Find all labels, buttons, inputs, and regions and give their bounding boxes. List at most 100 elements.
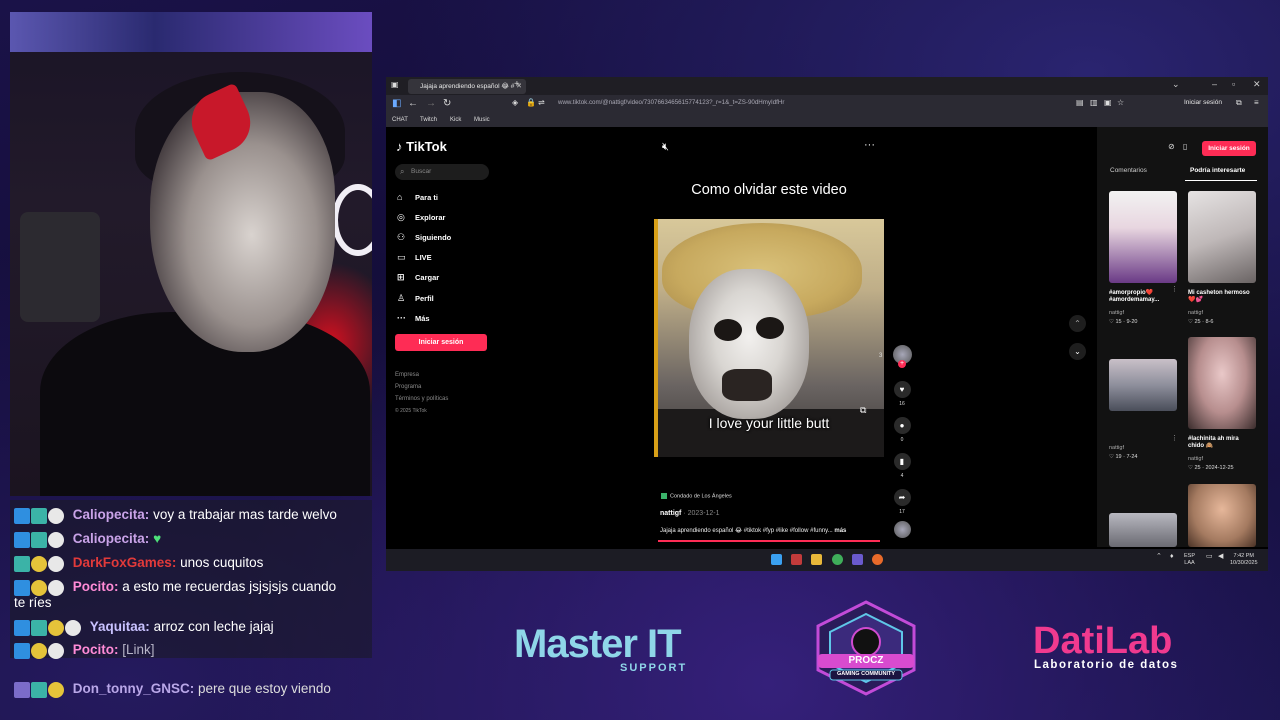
suggested-video-1[interactable] bbox=[1109, 191, 1177, 283]
tab-list-icon[interactable]: ▣ bbox=[391, 80, 399, 89]
follow-plus-icon[interactable]: + bbox=[898, 360, 906, 368]
next-video-button[interactable]: ⌄ bbox=[1069, 343, 1086, 360]
clock[interactable]: 7:42 PM 10/30/2025 bbox=[1230, 553, 1258, 567]
tray-chevron-icon[interactable]: ⌃ bbox=[1156, 553, 1162, 560]
footer-programa[interactable]: Programa bbox=[395, 384, 421, 390]
footer-terms[interactable]: Términos y políticas bbox=[395, 396, 448, 402]
suggested-title-4[interactable]: #lachinita ah mira chido 🙈 bbox=[1188, 436, 1256, 450]
phone-icon[interactable]: ▯ bbox=[1183, 142, 1187, 151]
firefox-icon[interactable] bbox=[872, 554, 883, 565]
nav-explorar[interactable]: ◎ Explorar bbox=[397, 212, 445, 223]
nav-cargar[interactable]: ⊞ Cargar bbox=[397, 272, 439, 283]
suggested-user-4[interactable]: nattigf bbox=[1188, 456, 1203, 462]
shield-icon[interactable]: ◈ bbox=[512, 98, 518, 107]
suggested-user-2[interactable]: nattigf bbox=[1188, 310, 1203, 316]
more-vertical-icon[interactable]: ⋮ bbox=[1171, 285, 1178, 293]
comment-button[interactable]: ● 0 bbox=[890, 417, 914, 443]
share-button[interactable]: ➦ 17 bbox=[890, 489, 914, 515]
suggested-video-2[interactable] bbox=[1188, 191, 1256, 283]
right-eye bbox=[756, 317, 784, 339]
browser-window: ▣ Jajaja aprendiendo español 😂 # ✕ + ⌄ –… bbox=[386, 77, 1268, 571]
permissions-icon[interactable]: ⇌ bbox=[538, 98, 545, 107]
lock-icon[interactable]: 🔒 bbox=[526, 98, 536, 107]
app-icon[interactable] bbox=[791, 554, 802, 565]
chrome-icon[interactable] bbox=[832, 554, 843, 565]
url-bar[interactable]: www.tiktok.com/@nattigf/video/7307663465… bbox=[558, 99, 1058, 106]
author-line[interactable]: nattigf · 2023-12-1 bbox=[660, 510, 720, 517]
like-button[interactable]: ♥ 16 bbox=[890, 381, 914, 407]
tab-suggestions[interactable]: Podría interesarte bbox=[1190, 167, 1245, 174]
suggested-title-2[interactable]: Mi casheton hermoso ❤️💕 bbox=[1188, 290, 1256, 304]
browser-tab[interactable]: Jajaja aprendiendo español 😂 # ✕ bbox=[408, 79, 526, 94]
nav-para-ti[interactable]: ⌂ Para ti bbox=[397, 192, 438, 202]
mic-icon[interactable]: ♦ bbox=[1170, 553, 1174, 560]
start-icon[interactable] bbox=[771, 554, 782, 565]
pip-icon[interactable]: ⧉ bbox=[860, 405, 866, 416]
reload-icon[interactable]: ↻ bbox=[443, 98, 451, 109]
creator-avatar[interactable]: + bbox=[890, 345, 914, 368]
live-icon: ▭ bbox=[397, 252, 406, 262]
heart-icon: ♥ bbox=[893, 381, 911, 398]
suggested-video-4[interactable] bbox=[1188, 337, 1256, 429]
nav-perfil[interactable]: ♙ Perfil bbox=[397, 293, 434, 304]
nav-live[interactable]: ▭ LIVE bbox=[397, 252, 432, 263]
suggested-title-1[interactable]: #amorpropio❤️ #amordemamay... bbox=[1109, 290, 1177, 304]
no-icon[interactable]: ⊘ bbox=[1168, 142, 1175, 151]
menu-icon[interactable]: ≡ bbox=[1254, 98, 1259, 107]
ring-light bbox=[332, 184, 372, 256]
video-player[interactable]: I love your little butt ⧉ bbox=[654, 219, 884, 457]
bookmark-chat[interactable]: CHAT bbox=[392, 117, 408, 123]
new-tab-icon[interactable]: + bbox=[514, 79, 520, 90]
translate-icon[interactable]: ▤ bbox=[1076, 98, 1084, 107]
tiktok-logo[interactable]: ♪ TikTok bbox=[396, 139, 447, 154]
login-button[interactable]: Iniciar sesión bbox=[395, 334, 487, 351]
stream-chat: Caliopecita: voy a trabajar mas tarde we… bbox=[10, 500, 372, 659]
windows-taskbar: ⌃ ♦ ESP LAA ▭ ◀ 7:42 PM 10/30/2025 bbox=[386, 549, 1268, 571]
chat-message: Don_tonny_GNSC: pere que estoy viendo bbox=[14, 680, 331, 698]
network-icon[interactable]: ▭ bbox=[1206, 553, 1213, 560]
bookmark-star-icon[interactable]: ☆ bbox=[1117, 98, 1124, 107]
video-progress[interactable] bbox=[658, 540, 880, 542]
location-tag[interactable]: Condado de Los Ángeles bbox=[661, 493, 732, 499]
chevron-down-icon[interactable]: ⌄ bbox=[1172, 79, 1180, 90]
bookmark-twitch[interactable]: Twitch bbox=[420, 117, 437, 123]
prev-video-button[interactable]: ⌃ bbox=[1069, 315, 1086, 332]
suggested-user-1[interactable]: nattigf bbox=[1109, 310, 1124, 316]
more-vertical-icon[interactable]: ⋮ bbox=[1171, 434, 1178, 442]
nav-siguiendo[interactable]: ⚇ Siguiendo bbox=[397, 232, 451, 243]
volume-icon[interactable]: ◀ bbox=[1218, 553, 1223, 560]
suggested-video-6[interactable] bbox=[1188, 484, 1256, 547]
nav-mas[interactable]: ··· Más bbox=[397, 313, 430, 323]
search-input[interactable]: Buscar bbox=[395, 164, 489, 180]
more-link[interactable]: más bbox=[834, 528, 846, 534]
folder-icon[interactable] bbox=[811, 554, 822, 565]
forward-icon[interactable]: → bbox=[426, 98, 436, 109]
maximize-icon[interactable]: ▫ bbox=[1232, 79, 1235, 89]
bookmark-kick[interactable]: Kick bbox=[450, 117, 461, 123]
tiktok-page: ♪ TikTok Buscar ⌕ ⌂ Para ti ◎ Explorar ⚇ Si… bbox=[386, 127, 1268, 547]
footer-empresa[interactable]: Empresa bbox=[395, 372, 419, 378]
close-window-icon[interactable]: ✕ bbox=[1253, 79, 1261, 90]
mute-icon[interactable]: 🔇︎ bbox=[662, 141, 669, 154]
extensions-icon[interactable]: ⧉ bbox=[1236, 98, 1242, 108]
gaming-chair bbox=[20, 212, 100, 322]
firefox-signin[interactable]: Iniciar sesión bbox=[1184, 99, 1222, 106]
suggested-video-3[interactable] bbox=[1109, 359, 1177, 411]
picture-icon[interactable]: ▣ bbox=[1104, 98, 1112, 107]
language-indicator[interactable]: ESP LAA bbox=[1184, 553, 1195, 567]
chat-message: Caliopecita: voy a trabajar mas tarde we… bbox=[14, 506, 337, 524]
music-disc[interactable] bbox=[890, 521, 914, 538]
discord-icon[interactable] bbox=[852, 554, 863, 565]
upload-icon: ⊞ bbox=[397, 272, 405, 282]
right-login-button[interactable]: Iniciar sesión bbox=[1202, 141, 1256, 156]
sidebar-icon[interactable]: ◧ bbox=[392, 98, 401, 109]
suggested-video-5[interactable] bbox=[1109, 513, 1177, 547]
save-button[interactable]: ▮ 4 bbox=[890, 453, 914, 479]
suggested-user-3[interactable]: nattigf bbox=[1109, 445, 1124, 451]
minimize-icon[interactable]: – bbox=[1212, 79, 1217, 89]
bookmark-music[interactable]: Music bbox=[474, 117, 490, 123]
back-icon[interactable]: ← bbox=[408, 98, 418, 109]
more-options-icon[interactable]: ··· bbox=[864, 139, 875, 151]
reader-icon[interactable]: ▥ bbox=[1090, 98, 1098, 107]
tab-comments[interactable]: Comentarios bbox=[1110, 167, 1147, 174]
